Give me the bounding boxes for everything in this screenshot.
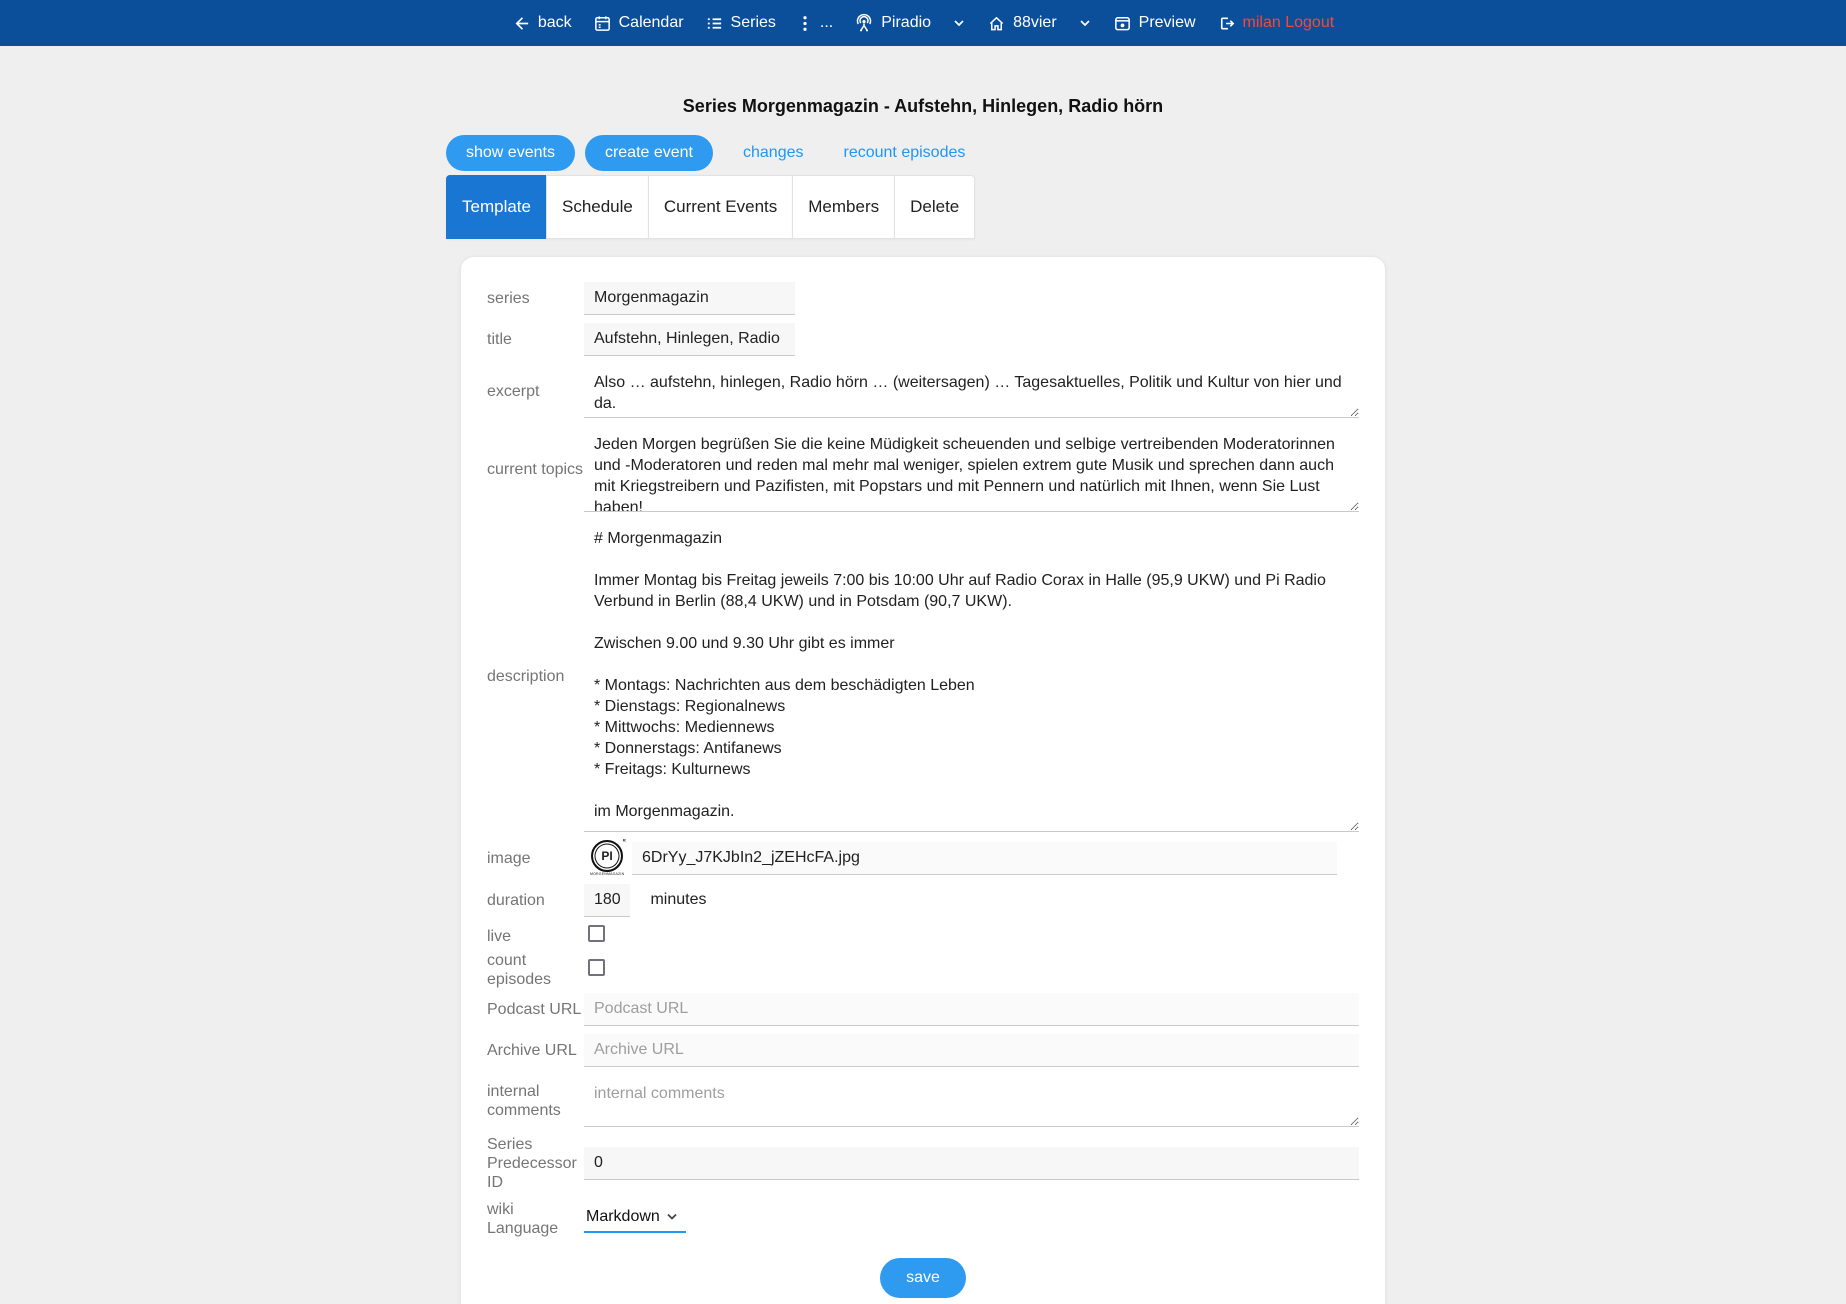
nav-station-dropdown[interactable]: [952, 16, 966, 30]
nav-back-label: back: [538, 14, 572, 32]
archive-url-row: Archive URL: [487, 1034, 1359, 1067]
live-label: live: [487, 927, 584, 946]
actions-row: show events create event changes recount…: [446, 135, 1386, 171]
excerpt-label: excerpt: [487, 382, 584, 401]
image-label: image: [487, 849, 584, 868]
changes-link[interactable]: changes: [737, 143, 810, 163]
series-input[interactable]: [584, 282, 795, 315]
chevron-down-icon: [952, 16, 966, 30]
top-navbar: back Calendar Series ... Piradio 88vier: [0, 0, 1846, 46]
live-row: live: [487, 925, 1359, 947]
nav-logout-label: milan Logout: [1243, 14, 1335, 32]
current-topics-label: current topics: [487, 460, 584, 479]
series-logo-thumbnail: PI« MORGENMAGAZIN: [590, 840, 624, 876]
nav-channel-88vier[interactable]: 88vier: [987, 14, 1057, 33]
series-label: series: [487, 289, 584, 308]
nav-more-label: ...: [820, 14, 833, 32]
nav-channel-dropdown[interactable]: [1078, 16, 1092, 30]
duration-row: duration minutes: [487, 884, 1359, 917]
nav-station-label: Piradio: [881, 14, 931, 32]
tab-bar: Template Schedule Current Events Members…: [446, 175, 1386, 239]
main-content: Series Morgenmagazin - Aufstehn, Hinlege…: [460, 96, 1386, 1304]
archive-url-label: Archive URL: [487, 1041, 584, 1060]
series-predecessor-row: Series Predecessor ID: [487, 1135, 1359, 1192]
nav-more[interactable]: ...: [797, 14, 833, 33]
duration-input[interactable]: [584, 884, 630, 917]
nav-series[interactable]: Series: [705, 14, 776, 33]
podcast-url-input[interactable]: [584, 993, 1359, 1026]
duration-label: duration: [487, 891, 584, 910]
save-button[interactable]: save: [880, 1258, 966, 1298]
duration-unit-label: minutes: [650, 891, 706, 908]
live-checkbox[interactable]: [588, 925, 605, 942]
template-form-card: series title excerpt Also … aufstehn, hi…: [460, 256, 1386, 1304]
series-row: series: [487, 282, 1359, 315]
title-input[interactable]: [584, 323, 795, 356]
internal-comments-row: internal comments: [487, 1075, 1359, 1127]
count-episodes-checkbox[interactable]: [588, 959, 605, 976]
image-filename-input[interactable]: [632, 842, 1337, 875]
wiki-language-select[interactable]: Markdown: [586, 1208, 666, 1225]
tab-members[interactable]: Members: [792, 175, 895, 239]
tab-schedule[interactable]: Schedule: [546, 175, 649, 239]
archive-url-input[interactable]: [584, 1034, 1359, 1067]
nav-preview-label: Preview: [1139, 14, 1196, 32]
image-row: image PI« MORGENMAGAZIN: [487, 840, 1359, 876]
series-predecessor-label: Series Predecessor ID: [487, 1135, 584, 1192]
internal-comments-textarea[interactable]: [584, 1075, 1359, 1127]
nav-station-piradio[interactable]: Piradio: [854, 13, 931, 33]
excerpt-row: excerpt Also … aufstehn, hinlegen, Radio…: [487, 364, 1359, 418]
series-predecessor-input[interactable]: [584, 1147, 1359, 1180]
chevron-down-icon: [1078, 16, 1092, 30]
description-textarea[interactable]: # Morgenmagazin Immer Montag bis Freitag…: [584, 520, 1359, 832]
podcast-url-label: Podcast URL: [487, 1000, 584, 1019]
wiki-language-label: wiki Language: [487, 1200, 584, 1238]
current-topics-textarea[interactable]: Jeden Morgen begrüßen Sie die keine Müdi…: [584, 426, 1359, 512]
nav-preview[interactable]: Preview: [1113, 14, 1196, 33]
description-label: description: [487, 667, 584, 686]
preview-icon: [1113, 14, 1132, 33]
back-arrow-icon: [512, 14, 531, 33]
create-event-button[interactable]: create event: [585, 135, 713, 171]
recount-episodes-link[interactable]: recount episodes: [838, 143, 972, 163]
select-chevron-icon: [666, 1208, 678, 1226]
podcast-url-row: Podcast URL: [487, 993, 1359, 1026]
list-icon: [705, 14, 724, 33]
nav-channel-label: 88vier: [1013, 14, 1057, 32]
wiki-language-row: wiki Language Markdown: [487, 1200, 1359, 1238]
nav-calendar-label: Calendar: [619, 14, 684, 32]
nav-logout[interactable]: milan Logout: [1217, 14, 1335, 33]
tab-template[interactable]: Template: [446, 175, 547, 239]
title-row: title: [487, 323, 1359, 356]
page-title: Series Morgenmagazin - Aufstehn, Hinlege…: [460, 96, 1386, 117]
home-icon: [987, 14, 1006, 33]
excerpt-textarea[interactable]: Also … aufstehn, hinlegen, Radio hörn … …: [584, 364, 1359, 418]
count-episodes-row: count episodes: [487, 951, 1359, 989]
more-vert-icon: [797, 14, 813, 33]
nav-series-label: Series: [731, 14, 776, 32]
tab-delete[interactable]: Delete: [894, 175, 975, 239]
current-topics-row: current topics Jeden Morgen begrüßen Sie…: [487, 426, 1359, 512]
calendar-icon: [593, 14, 612, 33]
title-label: title: [487, 330, 584, 349]
nav-calendar[interactable]: Calendar: [593, 14, 684, 33]
nav-back[interactable]: back: [512, 14, 572, 33]
show-events-button[interactable]: show events: [446, 135, 575, 171]
tab-current-events[interactable]: Current Events: [648, 175, 793, 239]
internal-comments-label: internal comments: [487, 1082, 584, 1120]
count-episodes-label: count episodes: [487, 951, 584, 989]
description-row: description # Morgenmagazin Immer Montag…: [487, 520, 1359, 832]
antenna-icon: [854, 13, 874, 33]
logout-icon: [1217, 14, 1236, 33]
